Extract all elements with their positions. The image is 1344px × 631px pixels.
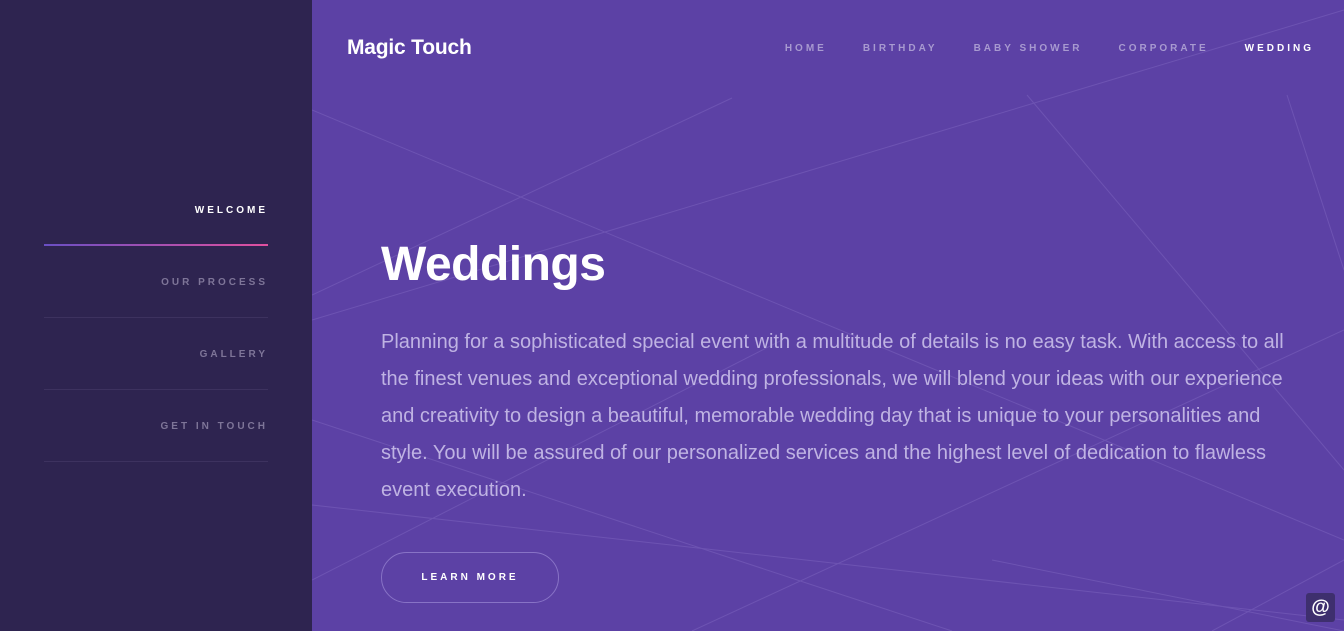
sidebar-item-label: WELCOME: [194, 205, 268, 216]
main-content: Magic Touch HOME BIRTHDAY BABY SHOWER CO…: [312, 0, 1344, 631]
hero-section: Weddings Planning for a sophisticated sp…: [381, 236, 1311, 509]
sidebar-nav: WELCOME OUR PROCESS GALLERY GET IN TOUCH: [44, 174, 268, 462]
brand-logo[interactable]: Magic Touch: [347, 36, 472, 60]
nav-link-corporate[interactable]: CORPORATE: [1119, 43, 1209, 54]
nav-link-home[interactable]: HOME: [785, 43, 827, 54]
sidebar-item-gallery[interactable]: GALLERY: [44, 318, 268, 390]
learn-more-button[interactable]: LEARN MORE: [381, 552, 559, 603]
top-nav: HOME BIRTHDAY BABY SHOWER CORPORATE WEDD…: [749, 43, 1314, 54]
sidebar-item-our-process[interactable]: OUR PROCESS: [44, 246, 268, 318]
sidebar-item-get-in-touch[interactable]: GET IN TOUCH: [44, 390, 268, 462]
hero-description: Planning for a sophisticated special eve…: [381, 331, 1284, 501]
nav-link-birthday[interactable]: BIRTHDAY: [863, 43, 938, 54]
sidebar-item-welcome[interactable]: WELCOME: [44, 174, 268, 246]
at-sign-icon[interactable]: @: [1306, 593, 1335, 622]
nav-link-baby-shower[interactable]: BABY SHOWER: [974, 43, 1083, 54]
sidebar-item-label: GALLERY: [199, 349, 268, 360]
sidebar-item-label: GET IN TOUCH: [160, 421, 268, 432]
nav-link-wedding[interactable]: WEDDING: [1245, 43, 1314, 54]
sidebar-item-label: OUR PROCESS: [161, 277, 268, 288]
sidebar: WELCOME OUR PROCESS GALLERY GET IN TOUCH: [0, 0, 312, 631]
page-title: Weddings: [381, 238, 606, 291]
